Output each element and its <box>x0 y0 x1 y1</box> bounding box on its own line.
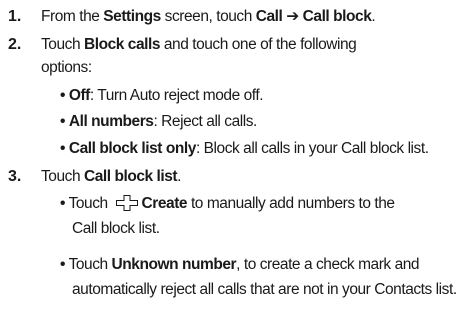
call-label: Call <box>255 8 283 25</box>
list-item-create-cont: Call block list. <box>72 220 160 237</box>
step-number: 3. <box>8 168 22 185</box>
add-icon <box>115 195 138 211</box>
instructions-document: 1. From the Settings screen, touch Call … <box>0 0 457 332</box>
block-calls-label: Block calls <box>83 36 161 53</box>
list-item-unknown-number-cont: automatically reject all calls that are … <box>72 281 457 298</box>
arrow-icon: ➔ <box>282 8 303 25</box>
call-block-label: Call block <box>302 8 372 25</box>
bullet: • <box>60 195 65 212</box>
settings-label: Settings <box>103 8 161 25</box>
list-item-unknown-number: • Touch Unknown number, to create a chec… <box>60 256 420 273</box>
bullet: • <box>60 87 65 104</box>
step-2-text: Touch Block calls and touch one of the f… <box>41 36 357 53</box>
list-item-create: • Touch Create to manually add numbers t… <box>60 195 395 212</box>
step-3-text: Touch Call block list. <box>41 168 181 185</box>
step-number: 1. <box>8 8 22 25</box>
step-1-text: From the Settings screen, touch Call ➔ C… <box>41 8 376 25</box>
bullet: • <box>60 140 65 157</box>
bullet: • <box>60 113 65 130</box>
step-2-text-cont: options: <box>41 59 92 76</box>
bullet: • <box>60 256 65 273</box>
call-block-list-label: Call block list <box>83 168 178 185</box>
step-number: 2. <box>8 36 22 53</box>
list-item-off: • Off: Turn Auto reject mode off. <box>60 87 264 104</box>
list-item-all-numbers: • All numbers: Reject all calls. <box>60 113 257 130</box>
list-item-call-block-list-only: • Call block list only: Block all calls … <box>60 140 429 157</box>
